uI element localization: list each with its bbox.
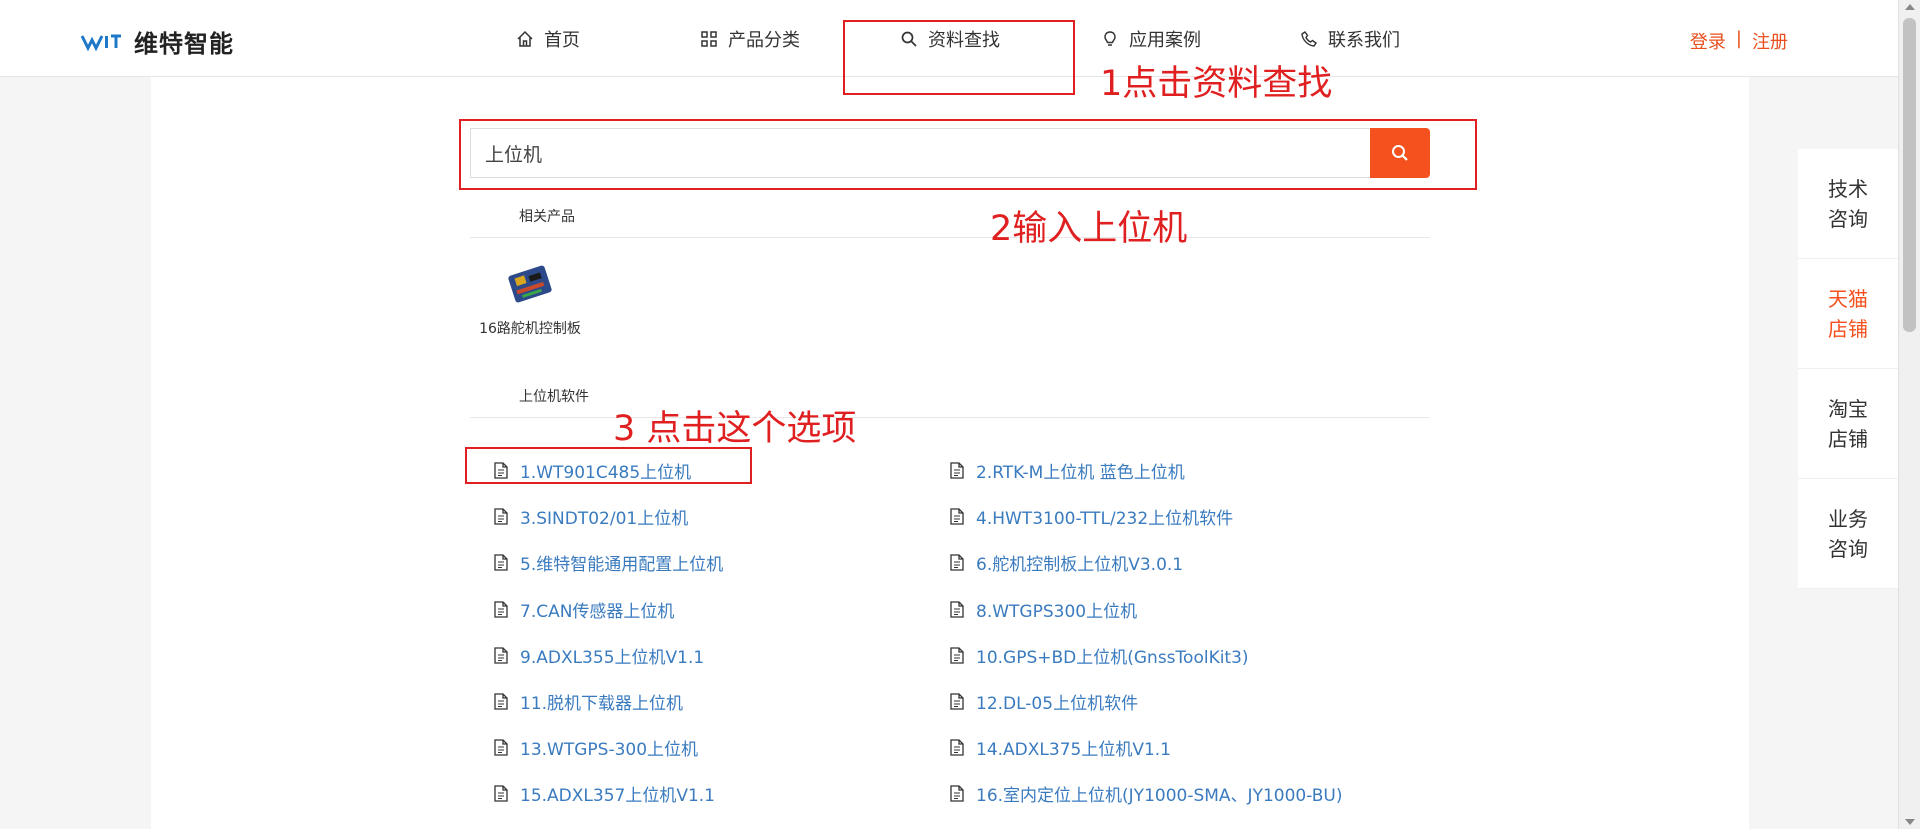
side-item-label: 咨询 bbox=[1828, 206, 1868, 231]
home-icon bbox=[517, 30, 533, 47]
side-item-tmall-store[interactable]: 天猫 店铺 bbox=[1798, 259, 1898, 369]
result-label: 6.舵机控制板上位机V3.0.1 bbox=[976, 555, 1184, 576]
result-label: 8.WTGPS300上位机 bbox=[976, 601, 1138, 622]
result-item[interactable]: 12.DL-05上位机软件 bbox=[950, 689, 1138, 714]
document-icon bbox=[494, 647, 508, 664]
side-panel: 技术 咨询 天猫 店铺 淘宝 店铺 业务 咨询 bbox=[1798, 149, 1898, 589]
product-name: 16路舵机控制板 bbox=[479, 321, 581, 337]
result-item[interactable]: 13.WTGPS-300上位机 bbox=[494, 735, 698, 760]
annotation-step2: 2输入上位机 bbox=[990, 209, 1188, 249]
side-item-tech-consult[interactable]: 技术 咨询 bbox=[1798, 149, 1898, 259]
result-item[interactable]: 6.舵机控制板上位机V3.0.1 bbox=[950, 550, 1183, 575]
nav-item-label: 产品分类 bbox=[728, 30, 800, 51]
annotation-step3: 3 点击这个选项 bbox=[613, 409, 857, 449]
result-label: 5.维特智能通用配置上位机 bbox=[520, 555, 724, 576]
side-item-label: 业务 bbox=[1828, 506, 1868, 531]
document-icon bbox=[494, 600, 508, 618]
annotation-step1: 1点击资料查找 bbox=[1100, 64, 1333, 104]
result-label: 15.ADXL357上位机V1.1 bbox=[520, 786, 715, 807]
result-label: 9.ADXL355上位机V1.1 bbox=[520, 647, 705, 668]
document-icon bbox=[494, 739, 508, 756]
nav-item-label: 首页 bbox=[544, 30, 580, 51]
document-icon bbox=[950, 693, 964, 710]
grid-icon bbox=[701, 31, 717, 47]
side-item-business-consult[interactable]: 业务 咨询 bbox=[1798, 479, 1898, 589]
nav-item-cases[interactable]: 应用案例 bbox=[1101, 26, 1201, 52]
lightbulb-icon bbox=[1104, 31, 1116, 46]
result-label: 7.CAN传感器上位机 bbox=[520, 601, 675, 622]
side-item-label: 技术 bbox=[1828, 176, 1868, 201]
document-icon bbox=[950, 554, 964, 572]
section-title-software: 上位机软件 bbox=[519, 389, 589, 405]
result-label: 11.脱机下载器上位机 bbox=[520, 694, 684, 714]
nav-item-label: 联系我们 bbox=[1328, 30, 1400, 51]
result-item[interactable]: 5.维特智能通用配置上位机 bbox=[494, 550, 723, 575]
side-item-label: 店铺 bbox=[1828, 426, 1868, 451]
side-item-taobao-store[interactable]: 淘宝 店铺 bbox=[1798, 369, 1898, 479]
result-item[interactable]: 9.ADXL355上位机V1.1 bbox=[494, 643, 704, 668]
result-item[interactable]: 15.ADXL357上位机V1.1 bbox=[494, 781, 715, 806]
document-icon bbox=[494, 554, 508, 572]
side-item-label: 店铺 bbox=[1828, 316, 1868, 341]
nav-item-home[interactable]: 首页 bbox=[516, 26, 580, 52]
nav-item-products[interactable]: 产品分类 bbox=[700, 26, 800, 52]
page-scrollbar[interactable] bbox=[1898, 0, 1920, 829]
document-icon bbox=[950, 647, 964, 664]
result-item[interactable]: 8.WTGPS300上位机 bbox=[950, 597, 1137, 622]
document-icon bbox=[494, 785, 508, 803]
result-item[interactable]: 2.RTK-M上位机 蓝色上位机 bbox=[950, 458, 1185, 483]
side-item-label: 咨询 bbox=[1828, 536, 1868, 561]
document-icon bbox=[950, 739, 964, 756]
result-label: 14.ADXL375上位机V1.1 bbox=[976, 740, 1171, 761]
document-icon bbox=[950, 785, 964, 803]
result-label: 3.SINDT02/01上位机 bbox=[520, 509, 689, 530]
result-item[interactable]: 4.HWT3100-TTL/232上位机软件 bbox=[950, 504, 1233, 529]
annotation-box-nav bbox=[843, 20, 1075, 95]
result-label: 12.DL-05上位机软件 bbox=[976, 694, 1139, 714]
auth-links: 登录 | 注册 bbox=[1690, 28, 1788, 54]
servo-board-image bbox=[508, 265, 552, 303]
result-item[interactable]: 11.脱机下载器上位机 bbox=[494, 689, 683, 714]
nav-item-contact[interactable]: 联系我们 bbox=[1300, 26, 1400, 52]
divider bbox=[470, 237, 1430, 238]
result-item[interactable]: 16.室内定位上位机(JY1000-SMA、JY1000-BU) bbox=[950, 781, 1342, 806]
document-icon bbox=[950, 508, 964, 525]
scroll-down-arrow-icon[interactable] bbox=[1905, 819, 1915, 825]
product-card[interactable]: 16路舵机控制板 bbox=[470, 262, 590, 338]
register-link[interactable]: 注册 bbox=[1752, 28, 1788, 54]
section-title-products: 相关产品 bbox=[519, 209, 575, 225]
document-icon bbox=[950, 462, 964, 479]
side-item-label: 淘宝 bbox=[1828, 396, 1868, 421]
annotation-box-result bbox=[465, 447, 752, 484]
result-label: 13.WTGPS-300上位机 bbox=[520, 740, 699, 761]
phone-icon bbox=[1301, 31, 1317, 47]
login-link[interactable]: 登录 bbox=[1690, 28, 1726, 54]
auth-separator: | bbox=[1735, 28, 1742, 49]
document-icon bbox=[494, 508, 508, 525]
document-icon bbox=[494, 693, 508, 710]
nav-item-label: 应用案例 bbox=[1129, 30, 1201, 51]
side-item-label: 天猫 bbox=[1828, 286, 1868, 311]
result-label: 16.室内定位上位机(JY1000-SMA、JY1000-BU) bbox=[976, 786, 1343, 807]
annotation-box-search bbox=[459, 119, 1477, 190]
document-icon bbox=[950, 600, 964, 618]
scroll-up-arrow-icon[interactable] bbox=[1905, 4, 1915, 10]
result-label: 10.GPS+BD上位机(GnssToolKit3) bbox=[976, 647, 1249, 668]
scroll-thumb[interactable] bbox=[1903, 18, 1916, 332]
result-label: 4.HWT3100-TTL/232上位机软件 bbox=[976, 509, 1234, 530]
result-item[interactable]: 10.GPS+BD上位机(GnssToolKit3) bbox=[950, 643, 1249, 668]
result-label: 2.RTK-M上位机 蓝色上位机 bbox=[976, 463, 1185, 483]
result-item[interactable]: 14.ADXL375上位机V1.1 bbox=[950, 735, 1171, 760]
result-item[interactable]: 3.SINDT02/01上位机 bbox=[494, 504, 688, 529]
result-item[interactable]: 7.CAN传感器上位机 bbox=[494, 597, 674, 622]
